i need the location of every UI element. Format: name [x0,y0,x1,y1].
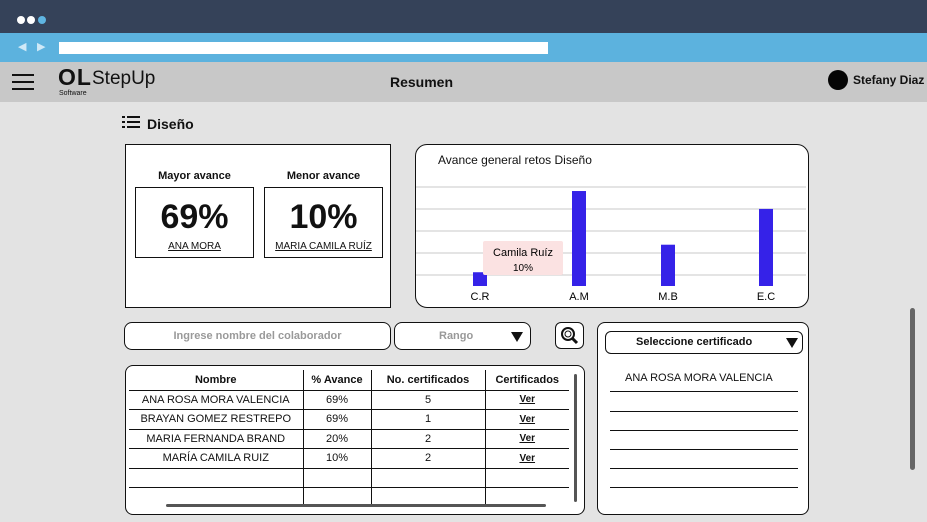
progress-chart: Avance general retos Diseño C.R A.M M.B E.C… [415,144,809,308]
cell-progress: 20% [303,429,372,449]
table-row: BRAYAN GOMEZ RESTREPO 69% 1 Ver [129,409,569,430]
summary-panel: Mayor avance 69% ANA MORA Menor avance 1… [125,144,391,308]
chevron-down-icon [786,338,798,348]
window-dot-icon[interactable] [38,16,46,24]
section-title: Diseño [147,116,194,132]
divider [610,411,798,412]
column-header[interactable]: Certificados [485,370,569,391]
best-progress-name[interactable]: ANA MORA [136,241,253,252]
worst-progress-title: Menor avance [286,170,361,182]
avatar[interactable] [828,70,848,90]
page-title: Resumen [390,74,454,90]
view-certificates-link[interactable]: Ver [485,390,569,410]
divider [610,430,798,431]
cell-progress: 69% [303,390,372,410]
cell-cert-count: 2 [371,429,486,449]
chart-bar[interactable] [661,244,675,286]
collaborators-table: Nombre % Avance No. certificados Certifi… [125,365,585,515]
chart-tooltip-name: Camila Ruíz [493,247,553,259]
cell-cert-count: 1 [371,409,486,430]
divider [610,391,798,392]
app-header: OL Software StepUp Resumen Stefany Diaz [0,62,927,102]
column-header[interactable]: % Avance [303,370,372,391]
browser-titlebar [0,0,927,33]
window-dot-icon[interactable] [17,16,25,24]
divider [610,487,798,488]
best-progress-card: 69% ANA MORA [135,187,254,258]
table-row: ANA ROSA MORA VALENCIA 69% 5 Ver [129,390,569,410]
cell-name: ANA ROSA MORA VALENCIA [129,390,304,410]
collaborator-search-input[interactable]: Ingrese nombre del colaborador [124,322,391,350]
cell-empty [129,468,304,488]
logo-subtitle: Software [59,90,87,97]
view-certificates-link[interactable]: Ver [485,409,569,430]
divider [610,468,798,469]
list-icon [122,116,140,130]
chart-tick-label: C.R [471,291,490,303]
view-certificates-link[interactable]: Ver [485,429,569,449]
column-header[interactable]: Nombre [129,370,304,391]
cell-progress: 10% [303,448,372,469]
chart-svg: C.R A.M M.B E.C Camila Ruíz 10% [416,186,806,303]
forward-arrow-icon[interactable]: ▶ [37,41,45,53]
search-button[interactable] [555,322,584,349]
table-vertical-scrollbar[interactable] [574,374,577,502]
worst-progress-card: 10% MARIA CAMILA RUÍZ [264,187,383,258]
certificate-dropdown-label: Seleccione certificado [636,336,753,348]
cell-cert-count: 5 [371,390,486,410]
chart-tick-label: M.B [658,291,678,303]
certificate-dropdown[interactable]: Seleccione certificado [605,331,803,354]
view-certificates-link[interactable]: Ver [485,448,569,469]
hamburger-menu-icon[interactable] [12,74,34,90]
back-arrow-icon[interactable]: ◀ [18,41,26,53]
worst-progress-value: 10% [289,198,358,236]
cell-name: MARIA FERNANDA BRAND [129,429,304,449]
chart-tooltip-value: 10% [513,263,533,274]
cell-empty [303,468,372,488]
table-row [129,468,569,488]
address-input[interactable] [59,42,548,54]
certificates-panel: Seleccione certificado ANA ROSA MORA VAL… [597,322,809,515]
magnifier-icon [561,327,579,345]
worst-progress-name[interactable]: MARIA CAMILA RUÍZ [265,241,382,252]
best-progress-title: Mayor avance [158,170,231,182]
range-dropdown-label: Rango [439,330,474,342]
divider [610,449,798,450]
cell-cert-count: 2 [371,448,486,469]
browser-url-bar: ◀ ▶ [0,33,927,62]
cell-empty [371,468,486,488]
table: Nombre % Avance No. certificados Certifi… [129,370,569,507]
range-dropdown[interactable]: Rango [394,322,531,350]
logo-mark: OL [58,64,92,90]
table-horizontal-scrollbar[interactable] [166,504,546,507]
cell-name: BRAYAN GOMEZ RESTREPO [129,409,304,430]
best-progress-value: 69% [160,198,229,236]
chevron-down-icon [511,332,523,342]
app-name: StepUp [92,68,156,89]
chart-bar[interactable] [759,208,773,286]
cell-progress: 69% [303,409,372,430]
page-scrollbar[interactable] [910,308,915,470]
window-dot-icon[interactable] [27,16,35,24]
table-row: MARIA FERNANDA BRAND 20% 2 Ver [129,429,569,449]
chart-tick-label: A.M [569,291,589,303]
column-header[interactable]: No. certificados [371,370,486,391]
table-row: MARÍA CAMILA RUIZ 10% 2 Ver [129,448,569,469]
chart-tick-label: E.C [757,291,775,303]
cell-name: MARÍA CAMILA RUIZ [129,448,304,469]
certificate-list-item[interactable]: ANA ROSA MORA VALENCIA [625,372,773,384]
user-name[interactable]: Stefany Diaz [853,73,924,87]
cell-empty [485,468,569,488]
chart-bar[interactable] [572,191,586,286]
